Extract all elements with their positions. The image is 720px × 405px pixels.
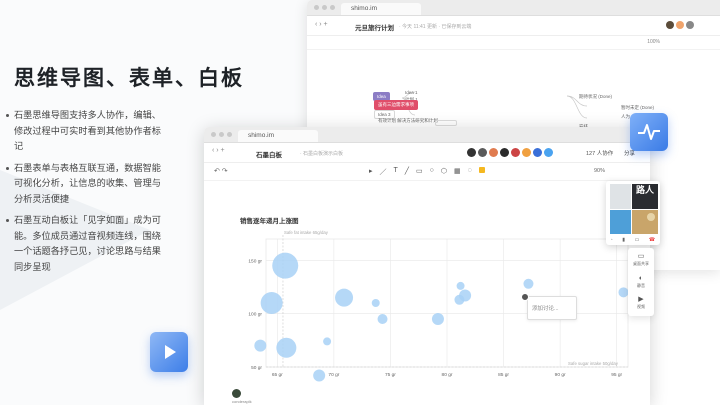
x-tick-label: 75 gr [385, 372, 396, 378]
video-call-panel: 路人 ◦ ▮ ▭ ☎ [606, 181, 660, 245]
camera-icon: ▶ [638, 296, 644, 303]
video-tile[interactable] [610, 184, 631, 209]
video-tile[interactable] [632, 210, 658, 234]
mic-icon: ◐ [638, 275, 644, 282]
data-point [377, 314, 388, 324]
x-tick-label: 70 gr [328, 372, 339, 378]
annotation-label: Safe fat intake 65g/day [284, 230, 329, 235]
x-tick-label: 95 gr [611, 372, 622, 378]
side-item-label: 桌面共享 [633, 261, 649, 266]
chart-title: 销售逐年递月上涨图 [240, 218, 299, 225]
scatter-chart: 50 gr 100 gr 150 gr 65 gr 70 gr 75 gr 80 gr 85 … [248, 230, 629, 382]
data-point [456, 281, 465, 290]
video-button[interactable]: ▶ 视频 [628, 296, 654, 310]
y-tick-label: 150 gr [248, 258, 262, 264]
side-item-label: 视频 [637, 304, 645, 309]
data-point [260, 292, 283, 314]
mic-icon[interactable]: ◦ [611, 237, 613, 243]
camera-icon[interactable]: ▮ [622, 237, 625, 243]
data-point [618, 287, 629, 298]
data-point [323, 337, 332, 346]
annotation-label: Safe sugar intake 50g/day [568, 361, 619, 366]
mindmap-node-selected[interactable]: 虽有三边需求事项 [374, 100, 418, 110]
feature-item-whiteboard: 石墨互动白板让「见字如面」成为可能。多位成员通过音视频连线，围绕一个话题各抒己见… [6, 213, 164, 275]
page-headline: 思维导图、表单、白板 [14, 65, 244, 90]
mindmap-node[interactable]: 期待状况 (Done) [575, 92, 616, 102]
call-controls: ◦ ▮ ▭ ☎ [606, 235, 660, 245]
call-side-panel: ▭ 桌面共享 ◐ 静音 ▶ 视频 [628, 248, 654, 316]
video-tile[interactable] [610, 210, 631, 234]
screen-share-icon: ▭ [637, 253, 645, 260]
pulse-icon[interactable] [630, 113, 668, 151]
play-icon[interactable] [150, 332, 188, 372]
side-item-label: 静音 [637, 283, 645, 288]
data-point [313, 369, 326, 382]
data-point [523, 278, 534, 289]
whiteboard-browser-window: shimo.im ‹ › + 石墨白板 · 石墨白板演示白板 127 人协作 分… [204, 127, 650, 405]
x-tick-label: 80 gr [442, 372, 453, 378]
data-point [459, 289, 472, 302]
comment-input[interactable]: 添加讨论... [527, 296, 577, 320]
data-point [335, 288, 354, 307]
data-point [254, 339, 267, 352]
y-tick-label: 50 gr [251, 365, 262, 371]
x-tick-label: 85 gr [498, 372, 509, 378]
user-name: conderaplk [232, 399, 252, 404]
x-tick-label: 90 gr [555, 372, 566, 378]
avatar[interactable] [232, 389, 241, 398]
screen-icon[interactable]: ▭ [635, 237, 640, 243]
mindmap-node[interactable]: 有效计划 解决方法研究和计划 [374, 116, 442, 126]
mindmap-node[interactable] [435, 120, 457, 126]
hangup-icon[interactable]: ☎ [649, 237, 655, 243]
video-tile[interactable]: 路人 [632, 184, 658, 209]
data-point [276, 337, 297, 358]
data-point [431, 313, 444, 325]
avatar[interactable] [521, 293, 529, 301]
data-point [272, 252, 299, 279]
feature-list: 石墨思维导图支持多人协作，编辑、修改过程中可实时看到其他协作者标记 石墨表单与表… [6, 108, 164, 281]
x-tick-label: 65 gr [272, 372, 283, 378]
y-tick-label: 100 gr [248, 312, 262, 318]
mute-button[interactable]: ◐ 静音 [628, 275, 654, 289]
screen-share-button[interactable]: ▭ 桌面共享 [628, 253, 654, 267]
feature-item-mindmap: 石墨思维导图支持多人协作，编辑、修改过程中可实时看到其他协作者标记 [6, 108, 164, 155]
data-point [371, 299, 380, 307]
feature-item-form: 石墨表单与表格互联互通，数据智能可视化分析，让信息的收集、管理与分析灵活便捷 [6, 161, 164, 208]
